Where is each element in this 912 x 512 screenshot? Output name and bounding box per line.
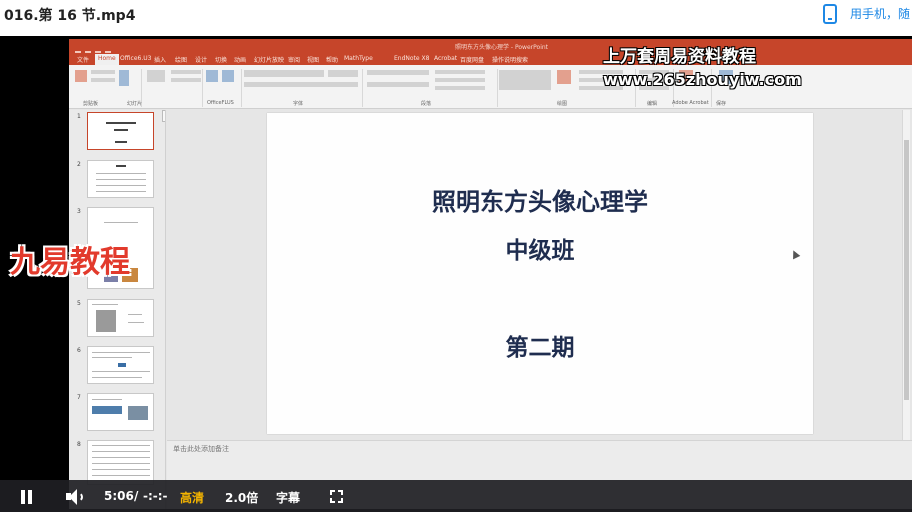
- top-bar: 016.第 16 节.mp4 用手机，随: [0, 0, 912, 36]
- pause-icon[interactable]: [21, 490, 33, 504]
- tab-baidu: 百度网盘: [460, 57, 485, 64]
- tab-review: 审阅: [288, 57, 301, 64]
- slide-period-line: 第二期: [505, 335, 575, 361]
- slide-number: 1: [77, 113, 81, 120]
- slide-title-line: 照明东方头像心理学: [432, 188, 648, 216]
- ribbon-tabs: 文件 Home Office6.U3 插入 绘图 设计 切换 动画 幻灯片放映 …: [69, 53, 912, 65]
- slide-number: 6: [77, 347, 81, 354]
- tab-endnote: EndNote X8: [394, 55, 430, 62]
- slide-thumbnail-2: [87, 160, 154, 198]
- fullscreen-icon[interactable]: [330, 490, 343, 503]
- font-group: [244, 68, 359, 100]
- current-time: 5:06: [104, 489, 134, 503]
- slide-thumbnail-7: [87, 393, 154, 431]
- tab-transitions: 切换: [215, 57, 228, 64]
- tab-home: Home: [95, 54, 119, 65]
- watermark-top: 上万套周易资料教程: [603, 47, 756, 67]
- ribbon-label-paragraph: 段落: [421, 101, 432, 107]
- slide-thumbnail-1: [87, 112, 154, 150]
- clipboard-group: [75, 68, 135, 100]
- slide-number: 7: [77, 394, 81, 401]
- watermark-left: 九易教程: [10, 245, 130, 280]
- tab-search: 操作说明搜索: [492, 57, 529, 64]
- speed-button[interactable]: 2.0倍: [225, 489, 258, 506]
- quality-button[interactable]: 高清: [180, 489, 204, 506]
- slide-number: 2: [77, 161, 81, 168]
- ribbon-label-clipboard: 剪贴板: [83, 101, 99, 107]
- ribbon-label-slides: 幻灯片: [127, 101, 143, 107]
- slide-number: 3: [77, 208, 81, 215]
- tab-slideshow: 幻灯片放映: [254, 57, 285, 64]
- slide-number: 8: [77, 441, 81, 448]
- phone-link[interactable]: 用手机，随: [850, 5, 910, 22]
- slide-number: 5: [77, 300, 81, 307]
- ribbon-label-font: 字体: [293, 101, 304, 107]
- ribbon-label-drawing: 绘图: [557, 101, 568, 107]
- ribbon-label-editing: 编辑: [647, 101, 658, 107]
- slide-subtitle-line: 中级班: [505, 238, 575, 264]
- tab-help: 帮助: [326, 57, 339, 64]
- tab-animations: 动画: [234, 57, 247, 64]
- paragraph-group: [367, 68, 497, 100]
- tab-acrobat: Acrobat: [434, 55, 458, 62]
- ppt-doc-title: 照明东方头像心理学 - PowerPoint: [455, 44, 549, 51]
- quick-access-toolbar: [75, 42, 125, 57]
- notes-placeholder: 单击此处添加备注: [173, 445, 229, 453]
- volume-icon[interactable]: [66, 488, 84, 506]
- phone-icon[interactable]: [823, 4, 837, 24]
- ribbon-label-save: 保存: [716, 101, 727, 107]
- tab-mathtype: MathType: [344, 55, 373, 62]
- slide-scrollbar: [902, 110, 910, 440]
- tab-view: 视图: [307, 57, 320, 64]
- player-controls: 5:06 / -:-:- 高清 2.0倍 字幕: [0, 480, 912, 512]
- ribbon-label-acrobat: Adobe Acrobat: [672, 100, 709, 106]
- officeplus-group: [204, 68, 244, 100]
- watermark-url: www.265zhouyiw.com: [603, 70, 802, 89]
- powerpoint-window: 照明东方头像心理学 - PowerPoint 文件 Home Office6.U…: [69, 39, 912, 509]
- subtitles-button[interactable]: 字幕: [276, 489, 300, 506]
- video-title: 016.第 16 节.mp4: [4, 8, 136, 24]
- tab-file: 文件: [77, 57, 90, 64]
- tab-design: 设计: [195, 57, 208, 64]
- tab-draw: 绘图: [175, 57, 188, 64]
- slide-thumbnail-6: [87, 346, 154, 384]
- ppt-titlebar: 照明东方头像心理学 - PowerPoint: [69, 39, 912, 57]
- tab-insert: 插入: [154, 57, 167, 64]
- slide-thumbnails-pane: 1 2 3 5 6 7 8: [69, 110, 166, 509]
- current-slide: 照明东方头像心理学 中级班 第二期: [267, 113, 813, 434]
- slide-thumbnail-5: [87, 299, 154, 337]
- slides-group: [147, 68, 205, 100]
- thumbs-scrollbar: [162, 110, 165, 122]
- slide-editing-area: 照明东方头像心理学 中级班 第二期 单击此处添加备注: [167, 110, 912, 509]
- ribbon-label-officeplus: OfficeFLUS: [207, 100, 234, 106]
- duration: -:-:-: [143, 489, 168, 503]
- video-player[interactable]: 照明东方头像心理学 - PowerPoint 文件 Home Office6.U…: [0, 36, 912, 512]
- time-separator: /: [134, 489, 139, 503]
- slide-thumbnail-8: [87, 440, 154, 485]
- tab-office6: Office6.U3: [120, 55, 152, 62]
